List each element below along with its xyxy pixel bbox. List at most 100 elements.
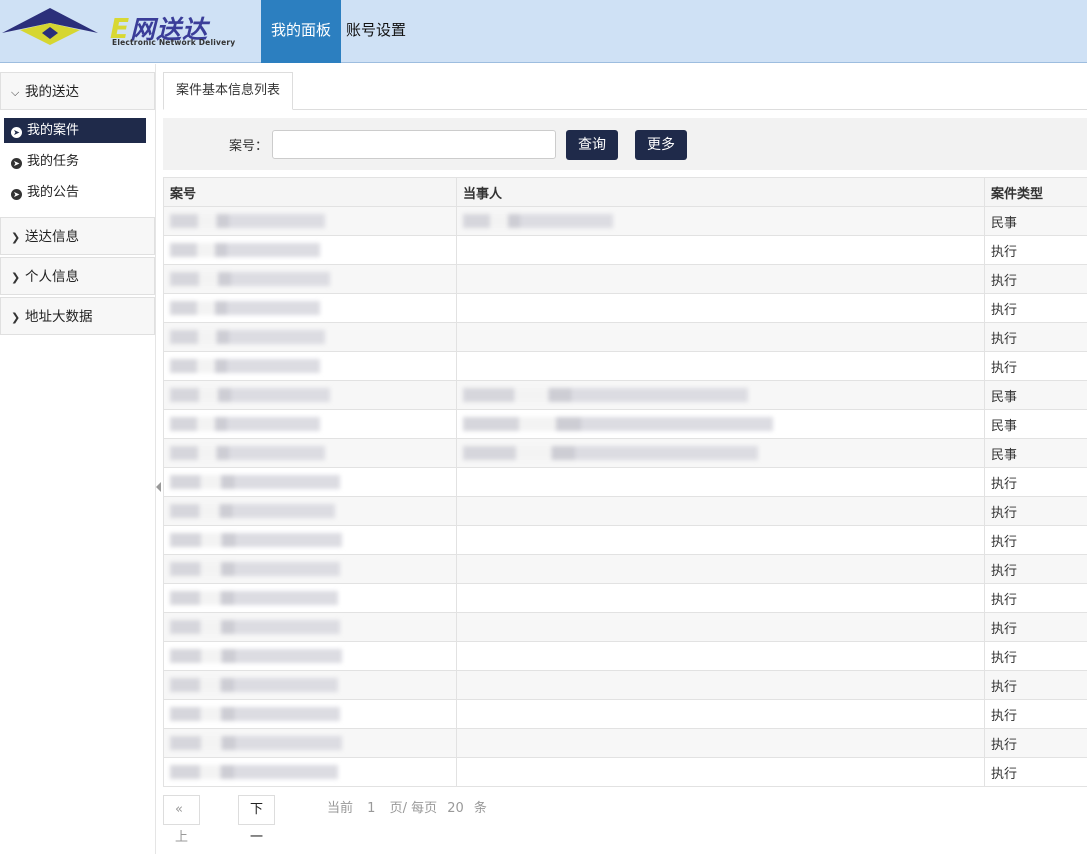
cell-case-number[interactable]	[163, 380, 457, 410]
cell-case-number[interactable]	[163, 612, 457, 642]
cell-case-number[interactable]	[163, 351, 457, 381]
chevron-right-icon: ❯	[11, 231, 21, 244]
redacted-case-number	[170, 475, 340, 489]
sidebar-collapse-handle[interactable]	[156, 482, 161, 492]
cell-case-number[interactable]	[163, 293, 457, 323]
cell-case-number[interactable]	[163, 554, 457, 584]
sidebar-item-label: 我的公告	[27, 185, 80, 200]
sidebar-group-my-delivery[interactable]: ⌵ 我的送达	[0, 72, 155, 110]
cell-case-number[interactable]	[163, 525, 457, 555]
table-row[interactable]: 执行	[163, 612, 1087, 642]
redacted-case-number	[170, 301, 320, 315]
logo: E网送达 Electronic Network Delivery	[0, 0, 250, 62]
cell-case-type: 执行	[984, 583, 1087, 613]
cell-party	[456, 467, 985, 497]
cell-case-number[interactable]	[163, 728, 457, 758]
table-row[interactable]: 执行	[163, 496, 1087, 526]
cell-case-number[interactable]	[163, 670, 457, 700]
cell-party	[456, 757, 985, 787]
table-row[interactable]: 执行	[163, 525, 1087, 555]
cell-case-type: 执行	[984, 612, 1087, 642]
cell-case-number[interactable]	[163, 757, 457, 787]
table-row[interactable]: 民事	[163, 380, 1087, 410]
table-row[interactable]: 民事	[163, 409, 1087, 439]
pager-unit: 条	[473, 801, 487, 816]
redacted-case-number	[170, 214, 325, 228]
column-header-party[interactable]: 当事人	[456, 177, 985, 207]
redacted-case-number	[170, 736, 342, 750]
table-row[interactable]: 执行	[163, 322, 1087, 352]
cell-case-type: 民事	[984, 380, 1087, 410]
sidebar-item-my-tasks[interactable]: ➤ 我的任务	[4, 149, 146, 174]
cell-case-number[interactable]	[163, 496, 457, 526]
redacted-case-number	[170, 678, 338, 692]
nav-my-panel[interactable]: 我的面板	[261, 0, 342, 63]
redacted-case-number	[170, 562, 340, 576]
cell-party	[456, 409, 985, 439]
cell-case-type: 执行	[984, 351, 1087, 381]
cell-case-number[interactable]	[163, 264, 457, 294]
table-row[interactable]: 执行	[163, 264, 1087, 294]
pager-current-page: 1	[367, 801, 376, 816]
table-row[interactable]: 执行	[163, 583, 1087, 613]
sidebar-item-label: 我的案件	[27, 123, 80, 138]
sidebar: ⌵ 我的送达 ➤ 我的案件 ➤ 我的任务 ➤ 我的公告 ❯ 送达信息 ❯ 个人信息 ❯ 地址大…	[0, 64, 156, 854]
cell-case-type: 执行	[984, 322, 1087, 352]
sidebar-item-my-cases[interactable]: ➤ 我的案件	[4, 118, 146, 143]
cell-case-number[interactable]	[163, 322, 457, 352]
sidebar-group-address-bigdata[interactable]: ❯ 地址大数据	[0, 297, 155, 335]
cell-case-type: 民事	[984, 409, 1087, 439]
cell-case-number[interactable]	[163, 699, 457, 729]
cell-case-number[interactable]	[163, 206, 457, 236]
sidebar-group-label: 地址大数据	[25, 309, 93, 325]
table-row[interactable]: 执行	[163, 467, 1087, 497]
column-header-case-type[interactable]: 案件类型	[984, 177, 1087, 207]
redacted-party-name	[463, 417, 773, 431]
table-row[interactable]: 民事	[163, 206, 1087, 236]
cell-case-number[interactable]	[163, 467, 457, 497]
cell-party	[456, 206, 985, 236]
cell-case-type: 执行	[984, 264, 1087, 294]
redacted-case-number	[170, 533, 342, 547]
redacted-party-name	[463, 388, 748, 402]
top-header: E网送达 Electronic Network Delivery 我的面板 账号…	[0, 0, 1087, 63]
cell-case-number[interactable]	[163, 235, 457, 265]
table-header-row: 案号 当事人 案件类型	[163, 177, 1087, 207]
cell-party	[456, 699, 985, 729]
query-button[interactable]: 查询	[566, 130, 618, 160]
table-row[interactable]: 执行	[163, 293, 1087, 323]
sidebar-group-label: 我的送达	[25, 84, 79, 100]
nav-account-settings[interactable]: 账号设置	[336, 0, 416, 63]
table-row[interactable]: 执行	[163, 757, 1087, 787]
cell-party	[456, 264, 985, 294]
cell-party	[456, 293, 985, 323]
cell-case-number[interactable]	[163, 409, 457, 439]
table-row[interactable]: 执行	[163, 670, 1087, 700]
table-row[interactable]: 执行	[163, 554, 1087, 584]
sidebar-group-personal-info[interactable]: ❯ 个人信息	[0, 257, 155, 295]
tab-case-list[interactable]: 案件基本信息列表	[163, 72, 294, 110]
table-row[interactable]: 执行	[163, 351, 1087, 381]
table-row[interactable]: 民事	[163, 438, 1087, 468]
arrow-circle-icon: ➤	[11, 127, 22, 138]
cell-case-number[interactable]	[163, 438, 457, 468]
case-number-input[interactable]	[272, 130, 556, 159]
sidebar-item-my-notices[interactable]: ➤ 我的公告	[4, 180, 146, 205]
table-row[interactable]: 执行	[163, 641, 1087, 671]
more-button[interactable]: 更多	[635, 130, 687, 160]
cell-party	[456, 438, 985, 468]
cell-case-number[interactable]	[163, 583, 457, 613]
prev-page-button[interactable]: « 上一页	[163, 795, 200, 845]
table-row[interactable]: 执行	[163, 235, 1087, 265]
table-row[interactable]: 执行	[163, 699, 1087, 729]
next-page-button[interactable]: 下一页 »	[238, 795, 276, 845]
tab-strip: 案件基本信息列表	[163, 72, 1087, 110]
sidebar-group-delivery-info[interactable]: ❯ 送达信息	[0, 217, 155, 255]
table-row[interactable]: 执行	[163, 728, 1087, 758]
cell-case-number[interactable]	[163, 641, 457, 671]
chevron-right-icon: ❯	[11, 271, 21, 284]
column-header-case-number[interactable]: 案号	[163, 177, 457, 207]
cell-party	[456, 670, 985, 700]
cell-party	[456, 351, 985, 381]
cell-party	[456, 496, 985, 526]
